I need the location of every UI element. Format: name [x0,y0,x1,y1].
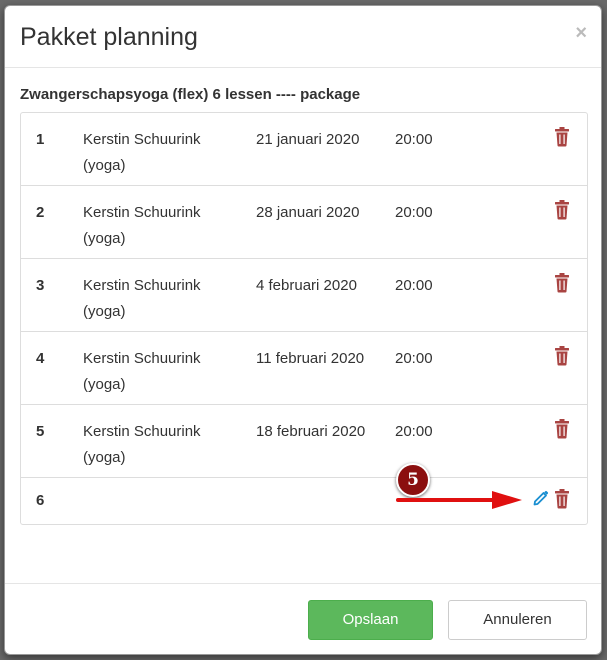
lesson-date: 11 februari 2020 [256,350,365,367]
lesson-number: 3 [36,277,45,294]
modal-footer: Opslaan Annuleren [5,583,601,655]
arrow-annotation [396,491,522,509]
lesson-time: 20:00 [395,423,433,440]
lesson-row-4: 4 Kerstin Schuurink (yoga) 11 februari 2… [21,332,587,405]
save-button[interactable]: Opslaan [308,600,433,640]
package-title: Zwangerschapsyoga (flex) 6 lessen ---- p… [20,86,361,103]
lesson-number: 2 [36,204,45,221]
trash-icon[interactable] [554,200,570,220]
package-planning-modal: Pakket planning × Zwangerschapsyoga (fle… [4,5,602,655]
lesson-row-5: 5 Kerstin Schuurink (yoga) 18 februari 2… [21,405,587,478]
trash-icon[interactable] [554,346,570,366]
lesson-row-1: 1 Kerstin Schuurink (yoga) 21 januari 20… [21,113,587,186]
trash-icon[interactable] [554,419,570,439]
lesson-time: 20:00 [395,131,433,148]
lesson-date: 28 januari 2020 [256,204,360,221]
lesson-date: 18 februari 2020 [256,423,366,440]
lesson-number: 4 [36,350,45,367]
lesson-time: 20:00 [395,204,433,221]
lesson-number: 6 [36,492,45,509]
pencil-icon[interactable] [533,490,549,506]
lesson-teacher: Kerstin Schuurink (yoga) [83,423,201,466]
trash-icon[interactable] [554,273,570,293]
lesson-time: 20:00 [395,350,433,367]
lesson-number: 5 [36,423,45,440]
lesson-row-2: 2 Kerstin Schuurink (yoga) 28 januari 20… [21,186,587,259]
modal-title: Pakket planning [20,23,198,51]
lesson-number: 1 [36,131,45,148]
lesson-teacher: Kerstin Schuurink (yoga) [83,277,201,320]
close-button[interactable]: × [575,23,587,43]
lesson-date: 4 februari 2020 [256,277,357,294]
trash-icon[interactable] [554,127,570,147]
lesson-date: 21 januari 2020 [256,131,360,148]
lesson-time: 20:00 [395,277,433,294]
lesson-row-3: 3 Kerstin Schuurink (yoga) 4 februari 20… [21,259,587,332]
lesson-list: 1 Kerstin Schuurink (yoga) 21 januari 20… [20,112,588,525]
lesson-teacher: Kerstin Schuurink (yoga) [83,350,201,393]
lesson-teacher: Kerstin Schuurink (yoga) [83,204,201,247]
lesson-teacher: Kerstin Schuurink (yoga) [83,131,201,174]
modal-header: Pakket planning × [5,6,601,68]
cancel-button[interactable]: Annuleren [448,600,587,640]
trash-icon[interactable] [554,489,570,509]
